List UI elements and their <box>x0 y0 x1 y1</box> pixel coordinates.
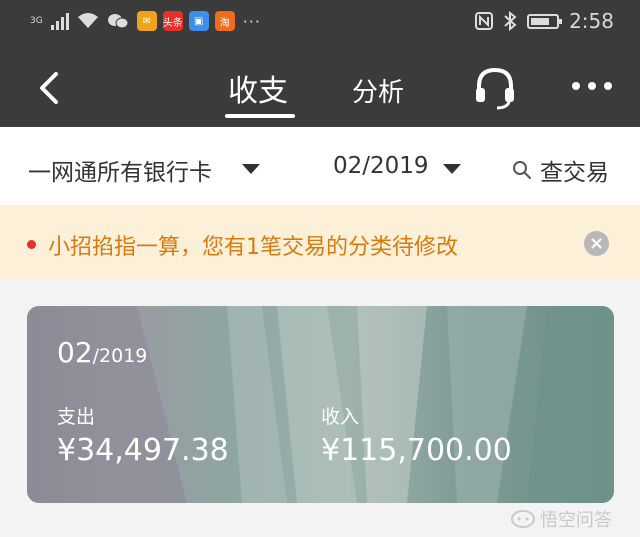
tab-active-indicator <box>225 114 295 118</box>
card-month: 02 <box>57 336 93 369</box>
wechat-icon <box>107 14 129 29</box>
card-year: /2019 <box>92 345 148 367</box>
nav-bar: 收支 分析 <box>0 48 640 127</box>
watermark: 悟空问答 <box>510 506 612 532</box>
income-amount: ¥115,700.00 <box>321 433 512 468</box>
chevron-down-icon[interactable] <box>242 164 260 174</box>
more-options-icon[interactable] <box>572 82 612 90</box>
tab-analysis[interactable]: 分析 <box>352 72 404 109</box>
mail-icon: ✉ <box>136 11 157 31</box>
taobao-icon: 淘 <box>214 11 235 31</box>
wifi-icon <box>77 13 98 28</box>
card-period: 02/2019 <box>57 336 147 369</box>
chevron-down-icon[interactable] <box>443 164 461 174</box>
headset-icon[interactable] <box>473 66 517 110</box>
filter-bar: 一网通所有银行卡 02/2019 查交易 <box>0 127 640 205</box>
battery-icon <box>527 13 563 29</box>
search-transactions-button[interactable]: 查交易 <box>512 153 609 187</box>
tab-income-expense[interactable]: 收支 <box>228 66 288 110</box>
status-bar: 3G ✉ 头条 ▣ 淘 ··· 2:58 <box>0 0 640 48</box>
expense-amount: ¥34,497.38 <box>57 433 229 468</box>
notice-message[interactable]: 小招掐指一算，您有1笔交易的分类待修改 <box>48 229 458 261</box>
bank-card-selector[interactable]: 一网通所有银行卡 <box>28 153 212 187</box>
search-icon <box>513 161 531 179</box>
notice-dot-icon <box>27 240 36 249</box>
income-label: 收入 <box>321 406 360 428</box>
watermark-text: 悟空问答 <box>540 510 612 531</box>
bluetooth-icon <box>504 11 517 31</box>
delivery-icon: ▣ <box>188 11 209 31</box>
month-selector[interactable]: 02/2019 <box>333 153 429 179</box>
toutiao-icon: 头条 <box>162 11 183 31</box>
monthly-summary-card[interactable]: 02/2019 支出 ¥34,497.38 收入 ¥115,700.00 <box>27 306 614 503</box>
back-icon[interactable] <box>34 70 66 106</box>
nfc-icon <box>475 12 494 30</box>
signal-icon <box>50 12 69 30</box>
clock: 2:58 <box>569 9 614 33</box>
notice-banner[interactable]: 小招掐指一算，您有1笔交易的分类待修改 × <box>0 205 640 279</box>
search-label: 查交易 <box>540 160 609 186</box>
network-type: 3G <box>30 16 43 26</box>
expense-label: 支出 <box>57 406 96 428</box>
more-notifications-icon: ··· <box>242 11 261 31</box>
close-icon[interactable]: × <box>584 231 609 256</box>
wukong-logo-icon <box>511 510 535 528</box>
